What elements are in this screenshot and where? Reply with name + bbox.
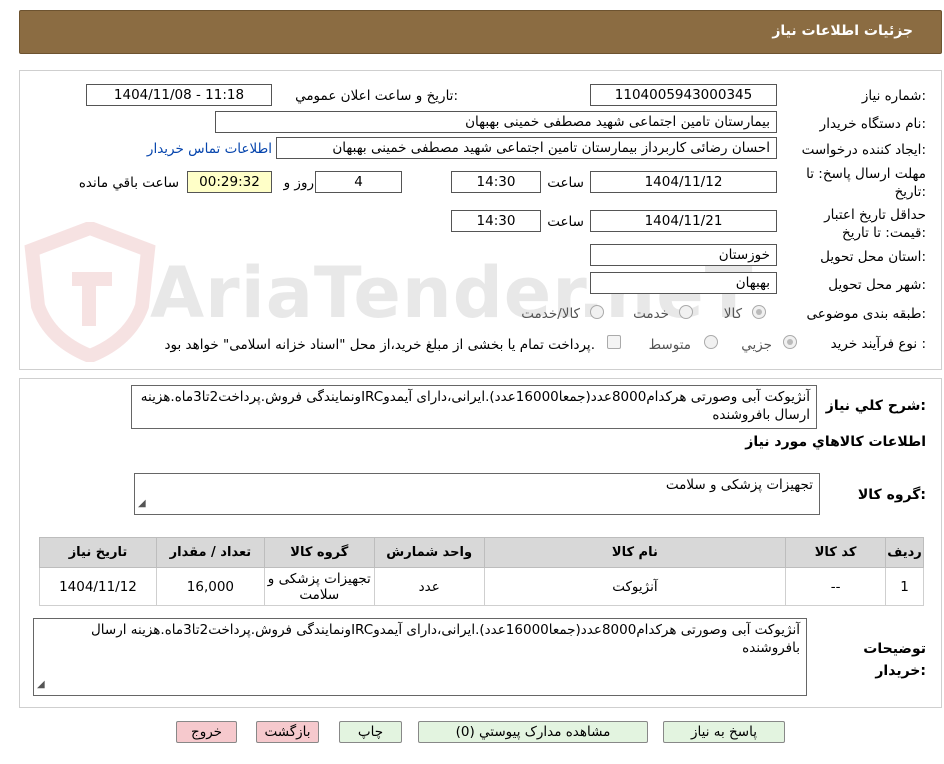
goods-group-box: تجهیزات پزشکی و سلامت ◢ xyxy=(134,473,820,515)
resize-grip-icon[interactable]: ◢ xyxy=(138,495,146,513)
days-field: 4 xyxy=(315,171,402,193)
category-label: طبقه بندی موضوعی: xyxy=(806,306,926,322)
exit-button[interactable]: خروج xyxy=(176,721,237,743)
table-row: 1 -- آنژیوکت عدد تجهیزات پزشکی و سلامت 1… xyxy=(39,567,924,606)
days-and-label: روز و xyxy=(283,175,314,191)
goods-info-heading: اطلاعات کالاهاي مورد نياز xyxy=(745,434,926,450)
category-goods-service-radio[interactable] xyxy=(590,305,604,319)
page-title: جزئیات اطلاعات نیاز xyxy=(772,23,913,39)
process-medium-radio[interactable] xyxy=(704,335,718,349)
buyer-org-field: بیمارستان تامین اجتماعی شهید مصطفی خمینی… xyxy=(215,111,777,133)
announce-datetime-label: تاریخ و ساعت اعلان عمومي: xyxy=(295,88,458,104)
goods-table: ردیف کد کالا نام کالا واحد شمارش گروه کا… xyxy=(39,537,924,606)
response-date-field: 1404/11/12 xyxy=(590,171,777,193)
col-row-number: ردیف xyxy=(885,537,924,568)
col-goods-group: گروه کالا xyxy=(263,537,375,568)
cell-goods-code: -- xyxy=(785,567,887,606)
remaining-time-field: 00:29:32 xyxy=(187,171,272,193)
province-field: خوزستان xyxy=(590,244,777,266)
requester-label: ايجاد کننده درخواست: xyxy=(801,142,926,158)
watermark-shield-icon xyxy=(24,222,156,362)
contact-buyer-link[interactable]: اطلاعات تماس خریدار xyxy=(147,141,272,157)
col-unit: واحد شمارش xyxy=(373,537,485,568)
process-minor-label: جزیي xyxy=(741,337,772,353)
treasury-checkbox[interactable] xyxy=(607,335,621,349)
buyer-notes-label: توضيحات خريدار: xyxy=(863,641,926,679)
cell-goods-group: تجهیزات پزشکی و سلامت xyxy=(263,567,375,606)
treasury-note: پرداخت تمام یا بخشی از مبلغ خرید،از محل … xyxy=(164,337,595,353)
requester-field: احسان رضائی کاربرداز بیمارستان تامین اجت… xyxy=(276,137,777,159)
city-label: شهر محل تحويل: xyxy=(828,277,926,293)
process-medium-label: متوسط xyxy=(648,337,691,353)
print-button[interactable]: چاپ xyxy=(339,721,402,743)
cell-need-date: 1404/11/12 xyxy=(39,567,157,606)
process-type-label: نوع فرآيند خريد : xyxy=(830,336,926,352)
cell-row-number: 1 xyxy=(885,567,924,606)
category-goods-radio[interactable] xyxy=(752,305,766,319)
general-desc-label: شرح کلي نياز: xyxy=(825,398,926,414)
buyer-notes-box: آنژیوکت آبی وصورتی هرکدام8000عدد(جمعا160… xyxy=(33,618,807,696)
announce-datetime-field: 1404/11/08 - 11:18 xyxy=(86,84,272,106)
general-desc-box: آنژیوکت آبی وصورتی هرکدام8000عدد(جمعا160… xyxy=(131,385,817,429)
col-need-date: تاریخ نیاز xyxy=(39,537,157,568)
city-field: بهبهان xyxy=(590,272,777,294)
cell-quantity: 16,000 xyxy=(155,567,265,606)
goods-group-label: گروه کالا: xyxy=(857,487,926,503)
buyer-org-label: نام دستگاه خريدار: xyxy=(819,116,926,132)
response-deadline-label: مهلت ارسال پاسخ: تا تاریخ: xyxy=(806,166,926,200)
table-header-row: ردیف کد کالا نام کالا واحد شمارش گروه کا… xyxy=(39,537,924,568)
need-number-field: 1104005943000345 xyxy=(590,84,777,106)
response-time-label: ساعت xyxy=(547,175,584,191)
col-goods-name: نام کالا xyxy=(483,537,787,568)
category-goods-service-label: کالا/خدمت xyxy=(521,306,580,322)
category-service-label: خدمت xyxy=(633,306,669,322)
province-label: استان محل تحويل: xyxy=(820,249,926,265)
cell-unit: عدد xyxy=(373,567,485,606)
remaining-label: ساعت باقي مانده xyxy=(78,175,179,191)
view-attachments-button[interactable]: مشاهده مدارک پیوستي (0) xyxy=(418,721,648,743)
page-header: جزئیات اطلاعات نیاز xyxy=(19,10,942,54)
col-quantity: تعداد / مقدار xyxy=(155,537,265,568)
category-service-radio[interactable] xyxy=(679,305,693,319)
process-minor-radio[interactable] xyxy=(783,335,797,349)
col-goods-code: کد کالا xyxy=(785,537,887,568)
cell-goods-name: آنژیوکت xyxy=(483,567,787,606)
price-validity-label: حداقل تاريخ اعتبار قیمت: تا تاریخ: xyxy=(824,207,926,241)
category-goods-label: کالا xyxy=(723,306,742,322)
resize-grip-icon[interactable]: ◢ xyxy=(37,676,45,694)
response-time-field: 14:30 xyxy=(451,171,541,193)
reply-button[interactable]: پاسخ به نیاز xyxy=(663,721,785,743)
back-button[interactable]: بازگشت xyxy=(256,721,319,743)
need-number-label: شماره نیاز: xyxy=(861,88,926,104)
validity-date-field: 1404/11/21 xyxy=(590,210,777,232)
validity-time-field: 14:30 xyxy=(451,210,541,232)
validity-time-label: ساعت xyxy=(547,214,584,230)
